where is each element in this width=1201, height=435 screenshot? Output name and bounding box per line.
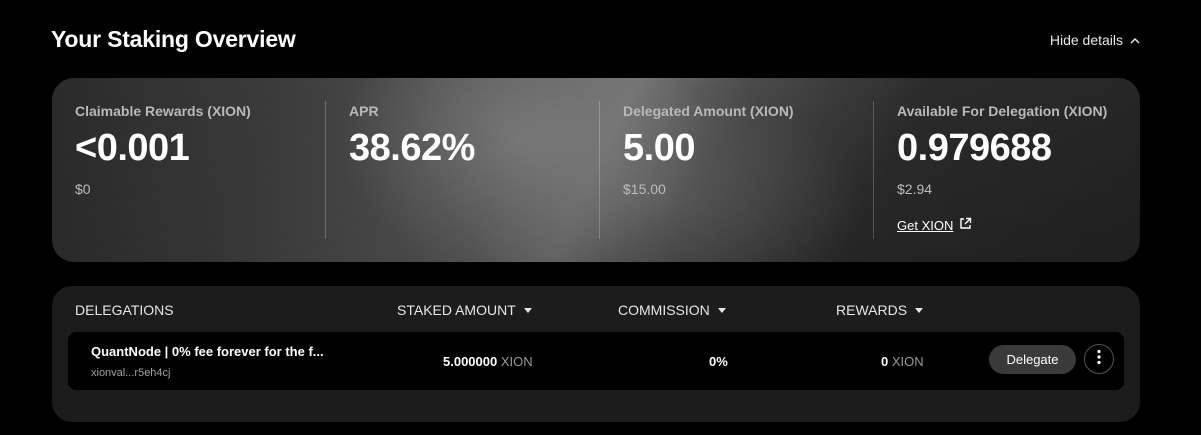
rewards-unit: XION [891,354,924,369]
column-header-label: REWARDS [836,302,908,318]
claimable-rewards-stat: Claimable Rewards (XION) <0.001 $0 [75,78,325,262]
staking-page: Your Staking Overview Hide details Claim… [0,0,1201,435]
page-title: Your Staking Overview [51,26,296,52]
hide-details-toggle[interactable]: Hide details [1050,32,1140,48]
column-header-label: DELEGATIONS [75,302,174,318]
staked-amount-cell: 5.000000 XION [443,354,533,369]
column-header-commission[interactable]: COMMISSION [618,302,726,318]
stat-divider [599,101,600,239]
delegations-table: DELEGATIONS STAKED AMOUNT COMMISSION REW… [52,286,1140,422]
get-xion-label: Get XION [897,217,954,233]
more-options-button[interactable] [1084,344,1114,374]
hide-details-label: Hide details [1049,32,1123,48]
caret-down-icon [523,307,532,313]
rewards-cell: 0 XION [881,354,924,369]
column-header-label: STAKED AMOUNT [397,302,516,318]
available-delegation-fiat: $2.94 [897,181,933,197]
available-delegation-value: 0.979688 [897,127,1052,169]
delegated-amount-fiat: $15.00 [623,181,666,197]
column-header-staked-amount[interactable]: STAKED AMOUNT [397,302,532,318]
rewards-value: 0 [881,354,889,369]
apr-stat: APR 38.62% [349,78,599,262]
more-vertical-icon [1097,349,1101,370]
commission-cell: 0% [709,354,728,369]
claimable-rewards-label: Claimable Rewards (XION) [75,103,251,119]
column-header-rewards[interactable]: REWARDS [836,302,924,318]
delegated-amount-label: Delegated Amount (XION) [623,103,794,119]
validator-name: QuantNode | 0% fee forever for the f... [91,344,324,359]
caret-down-icon [915,307,924,313]
stat-divider [325,101,326,239]
overview-header: Your Staking Overview Hide details [51,26,1140,56]
delegated-amount-stat: Delegated Amount (XION) 5.00 $15.00 [623,78,873,262]
delegated-amount-value: 5.00 [623,127,695,169]
get-xion-link[interactable]: Get XION [897,217,972,233]
validator-address: xionval...r5eh4cj [91,367,171,379]
claimable-rewards-fiat: $0 [75,181,91,197]
delegate-button[interactable]: Delegate [989,345,1076,374]
external-link-icon [959,217,972,233]
apr-value: 38.62% [349,127,475,169]
table-row[interactable]: QuantNode | 0% fee forever for the f... … [68,332,1124,390]
stat-divider [873,101,874,239]
apr-label: APR [349,103,379,119]
commission-value: 0% [709,354,728,369]
staked-amount-value: 5.000000 [443,354,498,369]
staked-amount-unit: XION [500,354,533,369]
staking-overview-card: Claimable Rewards (XION) <0.001 $0 APR 3… [52,78,1140,262]
claimable-rewards-value: <0.001 [75,127,190,169]
available-delegation-stat: Available For Delegation (XION) 0.979688… [897,78,1137,262]
column-header-delegations: DELEGATIONS [75,302,174,318]
available-delegation-label: Available For Delegation (XION) [897,103,1108,119]
chevron-up-icon [1130,37,1140,44]
caret-down-icon [717,307,726,313]
column-header-label: COMMISSION [618,302,710,318]
